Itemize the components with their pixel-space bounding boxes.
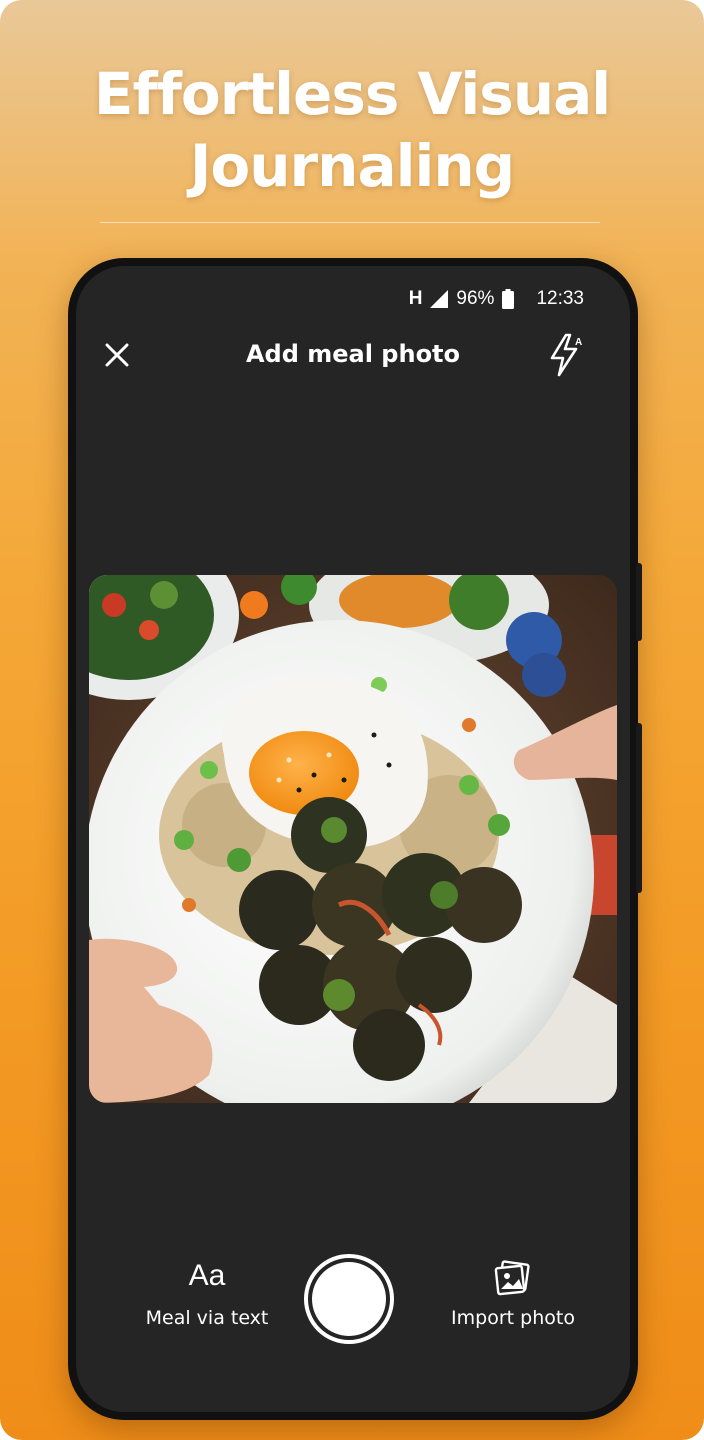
promo-poster: Effortless Visual Journaling H 96% 12:33	[0, 0, 704, 1440]
flash-auto-icon: A	[550, 333, 582, 377]
headline: Effortless Visual Journaling	[0, 58, 704, 202]
status-bar: H 96% 12:33	[409, 284, 584, 314]
clock: 12:33	[536, 288, 584, 309]
import-photo-label: Import photo	[451, 1307, 575, 1329]
headline-line-2: Journaling	[189, 132, 515, 200]
network-type: H	[408, 288, 423, 309]
text-input-icon: Aa	[188, 1259, 226, 1292]
meal-via-text-button[interactable]: Aa Meal via text	[122, 1256, 292, 1332]
signal-icon	[430, 290, 449, 308]
meal-photo	[89, 575, 617, 1103]
svg-text:A: A	[575, 337, 582, 348]
camera-top-bar: Add meal photo A	[76, 326, 630, 384]
import-photo-button[interactable]: Import photo	[428, 1256, 598, 1332]
shutter-inner	[312, 1262, 386, 1336]
meal-photo-preview	[89, 575, 617, 1103]
headline-divider	[100, 222, 600, 223]
camera-screen: H 96% 12:33 Add meal photo A Aa Meal via…	[76, 266, 630, 1412]
battery-percent: 96%	[456, 288, 495, 309]
flash-toggle-button[interactable]: A	[546, 332, 586, 378]
headline-line-1: Effortless Visual	[93, 60, 611, 128]
power-button	[636, 723, 642, 893]
shutter-button[interactable]	[304, 1254, 394, 1344]
battery-icon	[502, 289, 515, 309]
meal-via-text-label: Meal via text	[145, 1307, 269, 1329]
gallery-icon	[494, 1260, 530, 1296]
volume-button	[636, 563, 642, 641]
phone-frame: H 96% 12:33 Add meal photo A Aa Meal via…	[68, 258, 642, 1420]
